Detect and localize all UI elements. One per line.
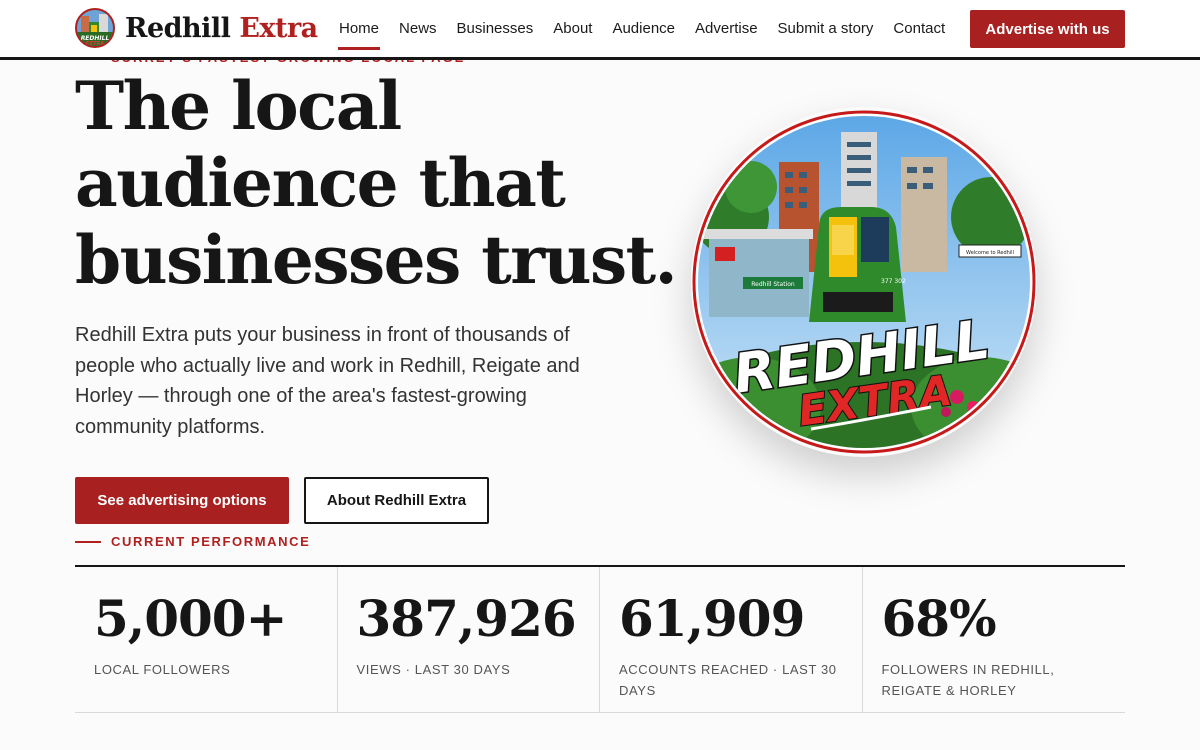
nav-audience[interactable]: Audience — [612, 10, 675, 47]
hero-headline: The local audience that businesses trust… — [75, 67, 678, 299]
headline-line-2: audience that — [75, 144, 566, 222]
station-sign-text: Redhill Station — [751, 281, 795, 288]
stat-label: Followers in Redhill, Reigate & Horley — [881, 662, 1055, 698]
brand-name: Redhill Extra — [125, 13, 318, 44]
stat-value: 68% — [881, 589, 997, 648]
headline-line-3: businesses trust. — [75, 221, 678, 299]
train-number-text: 377 302 — [881, 278, 906, 285]
stat-value: 61,909 — [619, 589, 805, 648]
see-advertising-options-button[interactable]: See advertising options — [75, 477, 289, 524]
nav-about[interactable]: About — [553, 10, 592, 47]
site-header: REDHILL EXTRA Redhill Extra Home News Bu… — [0, 0, 1200, 60]
nav-contact[interactable]: Contact — [893, 10, 945, 47]
eyebrow-dash — [75, 540, 101, 543]
nav-news[interactable]: News — [399, 10, 437, 47]
stat-label: Views · last 30 days — [356, 662, 511, 677]
svg-text:EXTRA: EXTRA — [86, 41, 105, 46]
brand-name-main: Redhill — [125, 12, 231, 44]
brand-logo-link[interactable]: REDHILL EXTRA Redhill Extra — [75, 8, 318, 48]
stat-label: Local followers — [94, 662, 231, 677]
main-nav: Home News Businesses About Audience Adve… — [337, 0, 965, 57]
nav-businesses[interactable]: Businesses — [457, 10, 534, 47]
about-redhill-extra-button[interactable]: About Redhill Extra — [304, 477, 489, 524]
performance-eyebrow: CURRENT PERFORMANCE — [75, 534, 310, 549]
stat-card-followers: 5,000+ Local followers — [75, 567, 338, 712]
hero-lede: Redhill Extra puts your business in fron… — [75, 324, 580, 438]
stat-card-local-share: 68% Followers in Redhill, Reigate & Horl… — [863, 567, 1126, 712]
headline-line-1: The local — [75, 67, 402, 145]
stat-label: Accounts reached · last 30 days — [619, 662, 837, 698]
brand-name-accent: Extra — [239, 12, 318, 44]
performance-stats: 5,000+ Local followers 387,926 Views · l… — [75, 565, 1125, 713]
nav-home[interactable]: Home — [337, 10, 381, 50]
redhill-extra-logo-icon: REDHILL EXTRA — [75, 8, 115, 48]
performance-eyebrow-text: CURRENT PERFORMANCE — [111, 534, 311, 549]
nav-advertise[interactable]: Advertise — [695, 10, 758, 47]
advertise-with-us-button[interactable]: Advertise with us — [970, 10, 1125, 48]
stat-card-reach: 61,909 Accounts reached · last 30 days — [600, 567, 863, 712]
stat-card-views: 387,926 Views · last 30 days — [338, 567, 600, 712]
stat-value: 5,000+ — [94, 589, 287, 648]
stat-value: 387,926 — [356, 589, 577, 648]
nav-submit-story[interactable]: Submit a story — [778, 10, 874, 47]
welcome-sign-text: Welcome to Redhill — [966, 250, 1014, 256]
redhill-extra-badge-image: Redhill Station Welcome to Redhill 377 3… — [691, 107, 1037, 457]
